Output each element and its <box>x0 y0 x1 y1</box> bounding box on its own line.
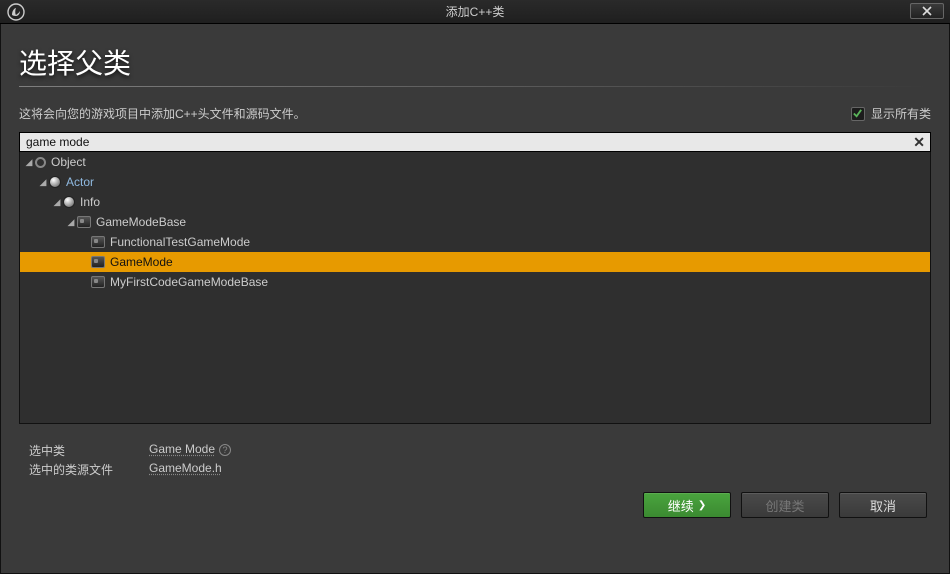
class-tree[interactable]: ◢Object◢Actor◢Info◢GameModeBaseFunctiona… <box>19 152 931 424</box>
tree-row-myfirstcodegamemodebase[interactable]: MyFirstCodeGameModeBase <box>20 272 930 292</box>
chevron-right-icon: ❯ <box>698 500 706 511</box>
expand-caret-icon[interactable]: ◢ <box>38 177 48 188</box>
description-row: 这将会向您的游戏项目中添加C++头文件和源码文件。 显示所有类 <box>19 105 931 122</box>
continue-button[interactable]: 继续❯ <box>643 492 731 518</box>
source-file-value[interactable]: GameMode.h <box>149 461 222 478</box>
heading-separator <box>19 86 931 87</box>
window-title: 添加C++类 <box>0 3 950 20</box>
tree-item-label: Actor <box>66 175 94 189</box>
show-all-classes-toggle[interactable]: 显示所有类 <box>851 105 931 122</box>
selected-class-label: 选中类 <box>29 442 149 459</box>
source-file-label: 选中的类源文件 <box>29 461 149 478</box>
cancel-button[interactable]: 取消 <box>839 492 927 518</box>
expand-caret-icon[interactable]: ◢ <box>66 217 76 228</box>
tree-row-actor[interactable]: ◢ Actor <box>20 172 930 192</box>
tree-item-label: FunctionalTestGameMode <box>110 235 250 249</box>
tree-item-label: MyFirstCodeGameModeBase <box>110 275 268 289</box>
tree-item-label: GameMode <box>110 255 173 269</box>
selected-class-value: Game Mode? <box>149 442 231 459</box>
search-container: ✕ <box>19 132 931 152</box>
tree-row-object[interactable]: ◢ Object <box>20 152 930 172</box>
class-search-input[interactable] <box>19 132 931 152</box>
tree-row-info[interactable]: ◢ Info <box>20 192 930 212</box>
tree-row-gamemode[interactable]: GameMode <box>20 252 930 272</box>
tree-item-label: Object <box>51 155 86 169</box>
create-class-button: 创建类 <box>741 492 829 518</box>
tree-row-gamemodebase[interactable]: ◢ GameModeBase <box>20 212 930 232</box>
expand-caret-icon[interactable]: ◢ <box>52 197 62 208</box>
expand-caret-icon[interactable]: ◢ <box>24 157 34 168</box>
dialog-body: 选择父类 这将会向您的游戏项目中添加C++头文件和源码文件。 显示所有类 ✕ ◢… <box>0 24 950 574</box>
clear-search-button[interactable]: ✕ <box>913 134 925 150</box>
actor-sphere-icon <box>49 176 61 188</box>
class-icon <box>91 276 105 288</box>
object-sphere-icon <box>35 157 46 168</box>
class-icon <box>91 256 105 268</box>
class-icon <box>77 216 91 228</box>
description-text: 这将会向您的游戏项目中添加C++头文件和源码文件。 <box>19 105 306 122</box>
checkbox-icon <box>851 107 865 121</box>
show-all-classes-label: 显示所有类 <box>871 105 931 122</box>
button-row: 继续❯ 创建类 取消 <box>19 492 931 518</box>
unreal-logo-icon <box>6 2 26 22</box>
tree-item-label: GameModeBase <box>96 215 186 229</box>
dialog-window: 添加C++类 选择父类 这将会向您的游戏项目中添加C++头文件和源码文件。 显示… <box>0 0 950 574</box>
help-icon[interactable]: ? <box>219 444 231 456</box>
tree-row-functionaltestgamemode[interactable]: FunctionalTestGameMode <box>20 232 930 252</box>
actor-sphere-icon <box>63 196 75 208</box>
tree-item-label: Info <box>80 195 100 209</box>
class-icon <box>91 236 105 248</box>
selection-info: 选中类 Game Mode? 选中的类源文件 GameMode.h <box>19 442 931 478</box>
page-heading: 选择父类 <box>19 42 931 82</box>
window-close-button[interactable] <box>910 3 944 19</box>
titlebar: 添加C++类 <box>0 0 950 24</box>
